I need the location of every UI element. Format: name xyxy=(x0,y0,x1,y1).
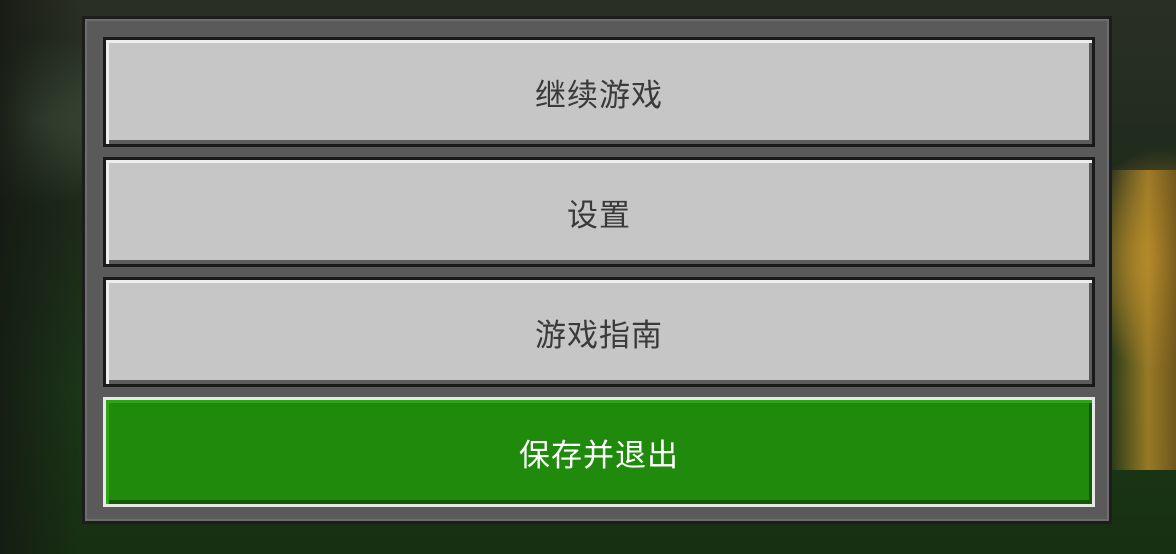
resume-game-button[interactable]: 继续游戏 xyxy=(103,37,1095,147)
game-guide-button[interactable]: 游戏指南 xyxy=(103,277,1095,387)
background-foliage xyxy=(0,0,80,554)
resume-game-label: 继续游戏 xyxy=(535,77,663,114)
game-guide-label: 游戏指南 xyxy=(535,317,663,354)
save-and-quit-label: 保存并退出 xyxy=(519,437,679,474)
settings-label: 设置 xyxy=(567,197,631,234)
settings-button[interactable]: 设置 xyxy=(103,157,1095,267)
save-and-quit-button[interactable]: 保存并退出 xyxy=(103,397,1095,507)
pause-menu-panel: 继续游戏 设置 游戏指南 保存并退出 xyxy=(82,16,1112,524)
background-sunlit-block xyxy=(1106,170,1176,470)
